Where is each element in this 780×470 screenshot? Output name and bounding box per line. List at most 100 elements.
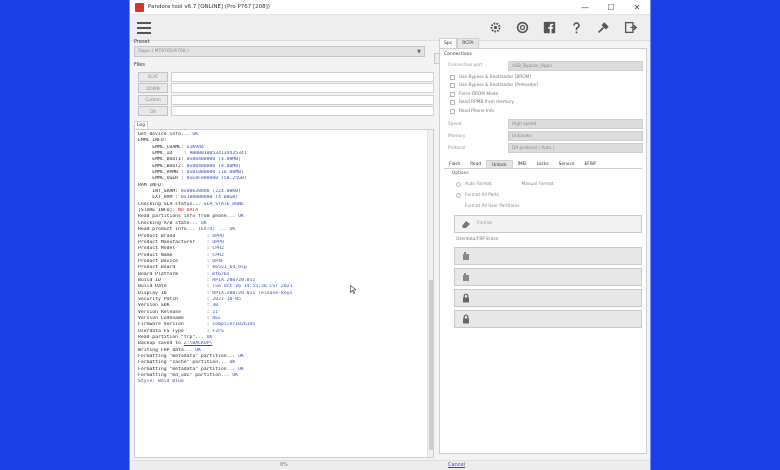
radio[interactable]	[456, 181, 461, 187]
checkbox[interactable]	[450, 83, 455, 89]
radio-label: Format All Parts	[465, 192, 499, 198]
checkbox-row[interactable]: Force BROM Mode	[440, 90, 646, 99]
help-icon[interactable]	[563, 18, 590, 38]
radio[interactable]	[456, 192, 461, 198]
maximize-button[interactable]: ☐	[598, 0, 624, 14]
minimize-button[interactable]: —	[572, 0, 598, 14]
log-segment: Read partitions info from phone...	[138, 214, 239, 220]
log-segment: Build Date :	[138, 284, 213, 290]
log-segment: Board Platform :	[138, 271, 213, 277]
log-segment: Backup saved to	[138, 341, 184, 347]
file-path-input[interactable]	[171, 94, 434, 105]
radio-auto-format[interactable]: Auto Format	[440, 179, 491, 190]
speed-select[interactable]: High speed	[508, 119, 643, 129]
format-button[interactable]: Format	[454, 214, 642, 233]
tab-service[interactable]: Service	[554, 160, 580, 168]
checkbox-row[interactable]: Use Bypass & Bootloader [BROM]	[440, 73, 646, 82]
log-segment: OK	[238, 354, 244, 360]
connection-port-select[interactable]: USB_Bypass_Oppo	[508, 60, 643, 71]
log-segment: 9B0B0100534134425341	[189, 151, 247, 157]
file-row: Custom	[134, 94, 434, 105]
tab-flash[interactable]: Flash	[444, 160, 465, 168]
log-segment: G1K9da	[186, 144, 204, 150]
close-button[interactable]: ✕	[624, 0, 650, 14]
files-label: Files	[134, 62, 145, 68]
log-segment: EMMC_RPMB :	[138, 170, 187, 176]
log-segment: Read product info...	[138, 227, 199, 233]
radio-manual-format[interactable]: Manual Format	[491, 179, 553, 190]
log-segment: OPPO	[212, 239, 224, 245]
log-segment: OK	[232, 373, 239, 379]
tab-unlock[interactable]: Unlock	[486, 159, 513, 168]
tools-icon[interactable]	[590, 18, 617, 38]
log-segment: EXT_RAM :	[138, 195, 181, 201]
action-button-3[interactable]	[454, 288, 642, 307]
memory-select[interactable]: Unknown	[508, 131, 643, 141]
tab-read[interactable]: Read	[465, 160, 486, 168]
connections-label: Connections	[444, 52, 472, 57]
status-bar: 0% Cancel	[130, 460, 650, 470]
right-pane: Connections Connection port USB_Bypass_O…	[439, 48, 647, 454]
preset-select[interactable]: Oppo ( MT6765/6768 ) ▼	[134, 46, 425, 57]
export-icon[interactable]	[617, 18, 644, 38]
tab-efwf[interactable]: EFWF	[580, 160, 602, 168]
tab-rcfa[interactable]: RCFA	[457, 38, 479, 48]
log-segment: OK	[200, 220, 207, 226]
field-memory: Memory Unknown	[440, 131, 646, 142]
file-button-custom[interactable]: Custom	[138, 94, 168, 105]
radio-label: Manual Format	[521, 181, 554, 187]
checkbox[interactable]	[450, 91, 455, 97]
facebook-icon[interactable]	[536, 18, 563, 38]
radio-format-user-partitions[interactable]: Format All User Partitions	[440, 201, 646, 212]
action-button-4[interactable]	[454, 309, 642, 328]
log-console: Get device info... OK EMMC INFO: EMMC_CHA…	[134, 129, 434, 458]
log-lines: Get device info... OK EMMC INFO: EMMC_CHA…	[135, 130, 433, 386]
log-segment: Checking A/B state...	[138, 220, 201, 226]
field-speed: Speed High speed	[440, 119, 646, 130]
file-path-input[interactable]	[171, 83, 434, 93]
cancel-link[interactable]: Cancel	[448, 462, 465, 468]
checkbox-label: Use Bypass & Bootloader [Preloader]	[459, 83, 539, 89]
checkbox-row[interactable]: Read Phone Info	[440, 107, 646, 116]
file-button-da[interactable]: DA	[138, 106, 168, 116]
checkbox[interactable]	[450, 108, 455, 114]
lifebuoy-icon[interactable]	[509, 18, 536, 38]
mouse-cursor-icon	[350, 285, 356, 294]
tab-imei[interactable]: IMEI	[513, 160, 532, 168]
log-segment: RP1A.200720.011	[212, 277, 256, 283]
checkbox-label: Use Bypass & Bootloader [BROM]	[459, 74, 532, 80]
protocol-select[interactable]: DA protocol ( Auto )	[508, 143, 643, 153]
checkbox[interactable]	[450, 74, 455, 80]
checkbox-row[interactable]: Read RPMB from memory	[440, 99, 646, 108]
app-window: Pandora tool v6.7 [ONLINE] (Pro P767 [20…	[129, 0, 651, 470]
log-segment: EMMC_BOOT1:	[138, 157, 187, 163]
log-segment: Version Release :	[138, 309, 213, 315]
app-logo-icon	[135, 2, 144, 12]
erase-section-label: Userdata/FRP Erase	[456, 236, 499, 242]
tab-locks[interactable]: Locks	[532, 160, 554, 168]
log-segment: Product Model :	[138, 246, 213, 252]
checkbox-row[interactable]: Use Bypass & Bootloader [Preloader]	[440, 82, 646, 91]
log-segment: OP4F	[212, 258, 224, 264]
tab-spc[interactable]: Spc	[439, 38, 458, 48]
log-scroll-thumb[interactable]	[429, 280, 433, 450]
file-path-input[interactable]	[171, 106, 434, 116]
left-panel: Preset Oppo ( MT6765/6768 ) ▼ Files SCAT…	[134, 38, 443, 117]
action-button-2[interactable]	[454, 267, 642, 286]
radio-format-all-parts[interactable]: Format All Parts	[440, 190, 646, 201]
field-label: Memory	[448, 133, 466, 139]
title-bar: Pandora tool v6.7 [ONLINE] (Pro P767 [20…	[130, 0, 650, 15]
menu-icon[interactable]	[137, 21, 151, 34]
log-link[interactable]: Z:\BACKUP\	[184, 341, 213, 346]
file-button-down[interactable]: DOWN	[138, 83, 168, 93]
log-tab[interactable]: Log	[134, 121, 148, 129]
field-connection-port: Connection port USB_Bypass_Oppo	[440, 60, 646, 71]
action-button-1[interactable]	[454, 246, 642, 265]
gear-icon[interactable]	[482, 18, 509, 38]
file-button-scat[interactable]: SCAT	[138, 71, 168, 82]
log-segment: Version Codename :	[138, 315, 213, 321]
unlock-hand-icon	[463, 272, 469, 281]
checkbox[interactable]	[450, 100, 455, 106]
log-scrollbar[interactable]	[427, 130, 433, 457]
file-path-input[interactable]	[171, 71, 434, 82]
